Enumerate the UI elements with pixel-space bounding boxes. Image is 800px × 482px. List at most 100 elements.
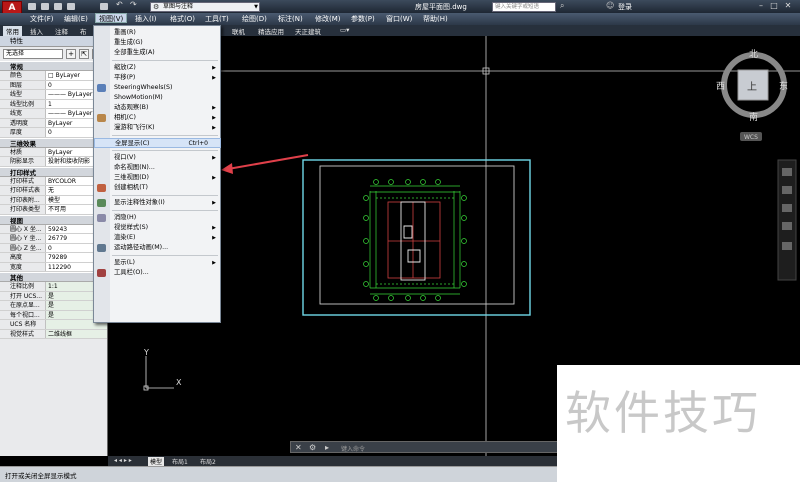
ribbon-options-icon[interactable]: ▭▾ [340,26,349,34]
menu-item-label: 创建相机(T) [114,184,148,191]
section-header[interactable]: 视图 [0,214,107,225]
menu-item[interactable]: 视口(V) ▶ [94,153,221,163]
menu-window[interactable]: 窗口(W) [386,14,412,24]
property-row[interactable]: 视觉样式 二维线框 [0,329,107,339]
command-line[interactable]: ✕ ⚙ ▸ 键入命令 [290,441,558,453]
menu-item[interactable]: 创建相机(T) [94,183,221,193]
menu-insert[interactable]: 插入(I) [135,14,157,24]
save-icon[interactable] [54,3,62,10]
saveas-icon[interactable] [67,3,75,10]
menu-modify[interactable]: 修改(M) [315,14,341,24]
menu-item[interactable]: 渲染(E) ▶ [94,233,221,243]
tab-online[interactable]: 联机 [232,26,245,36]
tab-scroll-icon[interactable]: ◂ ◂ ▸ ▸ [114,457,132,464]
open-icon[interactable] [41,3,49,10]
maximize-button[interactable]: □ [769,1,779,10]
menu-tools[interactable]: 工具(T) [205,14,229,24]
property-row[interactable]: 阴影显示 投射和接收阴影 [0,157,107,167]
tab-model[interactable]: 模型 [148,457,165,466]
login-button[interactable]: 登录 [618,2,632,12]
menu-item[interactable]: 漫游和飞行(K) ▶ [94,123,221,133]
property-row[interactable]: 打印样式表无 [0,186,107,196]
tab-layout[interactable]: 布 [80,26,87,36]
binoculars-icon[interactable]: ⌕ [560,1,564,11]
menu-edit[interactable]: 编辑(E) [64,14,88,24]
menu-dimension[interactable]: 标注(N) [278,14,303,24]
command-input[interactable]: 键入命令 [341,444,365,453]
close-command-icon[interactable]: ✕ [295,443,302,452]
undo-icon[interactable]: ↶ [116,0,124,9]
menu-item[interactable]: 重生成(G) [94,38,221,48]
menu-item[interactable]: 重画(R) [94,28,221,38]
property-row[interactable]: 圆心 X 坐... 59243 [0,224,107,234]
menu-format[interactable]: 格式(O) [170,14,195,24]
property-row[interactable]: 颜色 □ ByLayer [0,71,107,81]
property-row[interactable]: 打印表附... 模型 [0,195,107,205]
menu-help[interactable]: 帮助(H) [423,14,448,24]
menu-item[interactable]: 工具栏(O)... [94,268,221,278]
tab-insert[interactable]: 插入 [30,26,43,36]
menu-item[interactable]: 命名视图(N)... [94,163,221,173]
menu-draw[interactable]: 绘图(D) [242,14,267,24]
redo-icon[interactable]: ↷ [130,0,138,9]
tab-tangent[interactable]: 天正建筑 [295,26,321,36]
toggle-pickadd-button[interactable]: + [66,49,76,59]
property-row[interactable]: 宽度 112290 [0,262,107,272]
tab-featured-apps[interactable]: 精选应用 [258,26,284,36]
property-row[interactable]: 在原点显... 是 [0,301,107,311]
menu-file[interactable]: 文件(F) [30,14,54,24]
print-icon[interactable] [100,3,108,10]
menu-item[interactable]: 全部重生成(A) [94,48,221,58]
menu-item[interactable]: 相机(C) ▶ [94,113,221,123]
menu-view[interactable]: 视图(V) [95,13,128,23]
tab-layout2[interactable]: 布局2 [200,457,216,466]
property-row[interactable]: 打印表类型 不可用 [0,205,107,215]
property-row[interactable]: 圆心 Z 坐... 0 [0,243,107,253]
property-row[interactable]: UCS 名称 [0,320,107,330]
tab-layout1[interactable]: 布局1 [172,457,188,466]
menu-item[interactable]: ShowMotion(M) [94,93,221,103]
wrench-icon[interactable]: ⚙ [309,443,316,452]
menu-item[interactable]: 全屏显示(C) Ctrl+0 [94,138,221,148]
property-row[interactable]: 打开 UCS... 是 [0,291,107,301]
property-row[interactable]: 透明度 ByLayer [0,118,107,128]
menu-item[interactable]: 平移(P) ▶ [94,73,221,83]
select-objects-button[interactable]: ⇱ [79,49,89,59]
property-name: 材质 [0,147,46,156]
property-row[interactable]: 材质 ByLayer [0,147,107,157]
property-row[interactable]: 打印样式 BYCOLOR [0,176,107,186]
property-row[interactable]: 每个视口... 是 [0,310,107,320]
workspace-select[interactable]: ⚙ 草图与注释 ▼ [150,2,260,12]
close-button[interactable]: ✕ [783,1,793,10]
menu-item[interactable]: 视觉样式(S) ▶ [94,223,221,233]
new-icon[interactable] [28,3,36,10]
property-row[interactable]: 线宽 ——— ByLayer [0,109,107,119]
menu-item[interactable]: SteeringWheels(S) [94,83,221,93]
selection-select[interactable]: 无选择 [3,49,63,59]
tab-home[interactable]: 常用 [3,26,22,36]
section-header[interactable]: 常规 [0,61,107,71]
menu-item[interactable]: 缩放(Z) ▶ [94,63,221,73]
wcs-label: WCS [744,134,758,141]
property-value[interactable]: 二维线框 [46,329,107,338]
menu-item[interactable]: 显示(L) ▶ [94,258,221,268]
menu-item[interactable]: 三维视图(D) ▶ [94,173,221,183]
search-input[interactable]: 键入关键字或短语 [492,2,556,12]
menu-parametric[interactable]: 参数(P) [351,14,375,24]
section-header[interactable]: 其他 [0,272,107,282]
property-row[interactable]: 注释比例 1:1 [0,282,107,292]
property-row[interactable]: 厚度 0 [0,128,107,138]
tab-annotate[interactable]: 注释 [55,26,68,36]
property-row[interactable]: 线型比例 1 [0,99,107,109]
property-row[interactable]: 高度 79289 [0,253,107,263]
section-header[interactable]: 打印样式 [0,166,107,177]
section-header[interactable]: 三维效果 [0,137,107,148]
menu-item[interactable]: 消隐(H) [94,213,221,223]
menu-item[interactable]: 显示注释性对象(I) ▶ [94,198,221,208]
menu-item[interactable]: 动态观察(B) ▶ [94,103,221,113]
property-row[interactable]: 圆心 Y 坐... 26779 [0,234,107,244]
property-row[interactable]: 图层 0 [0,80,107,90]
minimize-button[interactable]: – [756,1,766,10]
menu-item[interactable]: 运动路径动画(M)... [94,243,221,253]
property-row[interactable]: 线型 ——— ByLayer [0,90,107,100]
